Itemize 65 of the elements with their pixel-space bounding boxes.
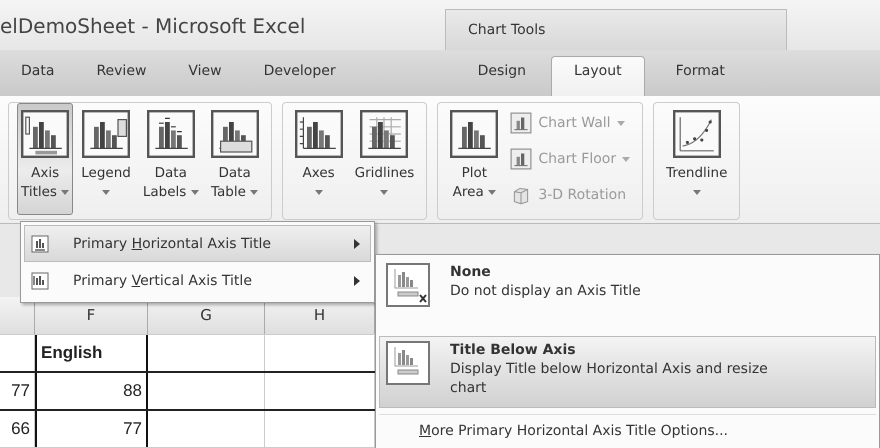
ribbon-tab[interactable]: Design <box>476 56 527 96</box>
chart-icon <box>294 110 343 158</box>
table-cell: 77 <box>35 411 148 447</box>
button-label: Legend <box>81 164 131 202</box>
button-label: Axes <box>302 164 335 202</box>
chart-icon <box>31 272 49 290</box>
menu-option[interactable]: Title Below Axis Display Title below Horizontal Axis and resize chart <box>379 336 876 408</box>
chart-icon <box>386 341 430 385</box>
ribbon-button[interactable]: Data Labels <box>138 103 203 215</box>
ribbon-tab[interactable]: Review <box>95 56 148 96</box>
chart-icon <box>386 263 430 307</box>
button-label: Gridlines <box>354 164 414 202</box>
submenu-arrow-icon <box>354 276 360 286</box>
window-title: elDemoSheet - Microsoft Excel <box>0 14 306 40</box>
caret-icon <box>692 190 701 195</box>
table-cell: English <box>35 335 148 371</box>
chart-icon <box>450 110 498 158</box>
ribbon-tab[interactable]: Developer <box>262 56 337 96</box>
caret-icon <box>61 190 70 195</box>
caret-icon <box>102 190 110 195</box>
button-label: Trendline <box>666 164 728 202</box>
button-label: Data Table <box>211 164 258 202</box>
menu-item-label: Primary Horizontal Axis Title <box>73 236 272 252</box>
ribbon-button[interactable]: Gridlines <box>350 103 418 215</box>
ribbon-tab[interactable]: View <box>187 56 223 96</box>
option-title: Title Below Axis <box>450 341 577 360</box>
option-description: Display Title below Horizontal Axis and resize chart <box>450 360 769 398</box>
caret-icon <box>488 190 496 195</box>
menu-option[interactable]: None Do not display an Axis Title <box>379 258 876 330</box>
button-label: Plot Area <box>452 164 496 202</box>
ribbon-button[interactable]: Legend <box>77 103 135 215</box>
caret-icon <box>380 190 388 195</box>
menu-item[interactable]: Primary Horizontal Axis Title <box>24 225 371 262</box>
option-description: Do not display an Axis Title <box>450 282 641 301</box>
ribbon-button[interactable]: Axis Titles <box>17 103 74 215</box>
ribbon-button[interactable]: Trendline <box>662 103 732 215</box>
button-label: Data Labels <box>142 164 199 202</box>
button-label: Axis Titles <box>21 164 70 202</box>
chart-icon <box>82 110 130 158</box>
chart-icon <box>21 110 70 158</box>
menu-item-label: Primary Vertical Axis Title <box>73 272 253 288</box>
chart-tools-header: Chart Tools <box>445 9 787 50</box>
ribbon-button[interactable]: Data Table <box>206 103 263 215</box>
chart-icon <box>510 112 532 134</box>
table-cell: 88 <box>35 373 148 409</box>
chart-icon <box>510 148 532 170</box>
chart-icon <box>360 110 408 158</box>
caret-icon <box>250 190 258 195</box>
ribbon-tab[interactable]: Data <box>20 56 56 96</box>
more-options-item[interactable]: More Primary Horizontal Axis Title Options... <box>419 423 728 439</box>
chart-icon <box>146 110 195 158</box>
ribbon-button[interactable]: Plot Area <box>446 103 502 215</box>
menu-item[interactable]: Primary Vertical Axis Title <box>24 262 371 299</box>
caret-icon <box>190 190 199 195</box>
chart-icon <box>672 110 721 158</box>
submenu-arrow-icon <box>354 238 360 248</box>
chart-icon <box>210 110 259 158</box>
ribbon-tab[interactable]: Layout <box>550 56 645 96</box>
ribbon-button[interactable]: Axes <box>290 103 347 215</box>
table-cell: 77 <box>0 373 35 409</box>
option-title: None <box>450 263 492 282</box>
ribbon-tab[interactable]: Format <box>674 56 726 96</box>
chart-icon <box>31 234 49 252</box>
table-cell: 66 <box>0 411 35 447</box>
caret-icon <box>314 190 323 195</box>
